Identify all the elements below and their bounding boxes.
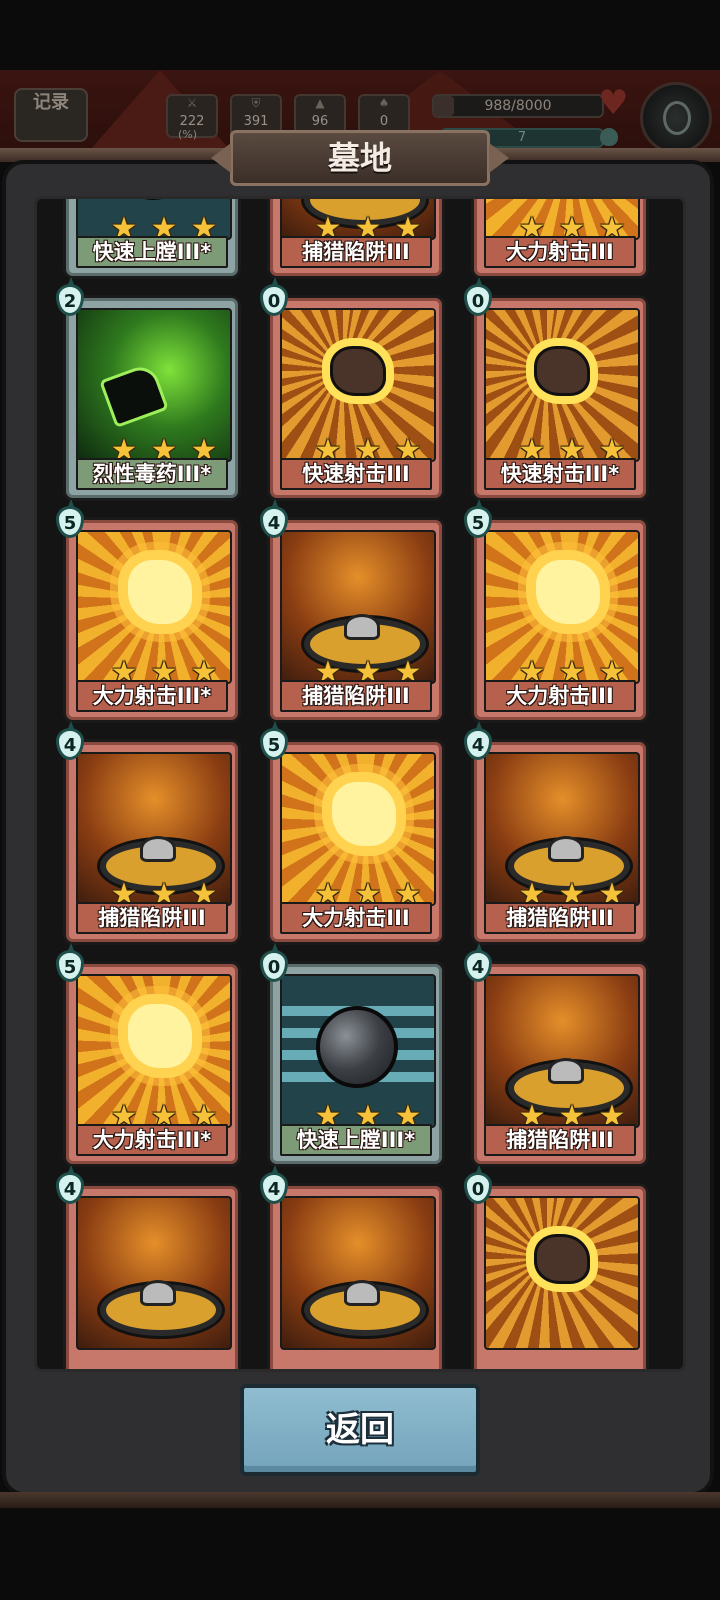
card[interactable]: ★ ★ ★ 捕猎陷阱III 4 xyxy=(464,721,649,945)
spring-graphic xyxy=(548,836,584,862)
shield-icon: ⛨ xyxy=(251,96,261,110)
shot-card-art: ★ ★ ★ xyxy=(484,199,640,240)
card-name: 快速射击III* xyxy=(484,458,636,490)
trap-card-art: ★ ★ ★ xyxy=(280,530,436,684)
boot-icon: ♠ xyxy=(378,96,390,110)
shot-card-art: ★ ★ ★ xyxy=(280,752,436,906)
heart-icon: ♥ xyxy=(598,83,629,123)
card-name: 大力射击III xyxy=(280,902,432,934)
card-name: 捕猎陷阱III xyxy=(484,902,636,934)
blast-graphic xyxy=(536,560,600,624)
eye-button[interactable] xyxy=(640,82,712,154)
spring-graphic xyxy=(344,1280,380,1306)
stone-graphic xyxy=(534,1234,590,1284)
flask-graphic xyxy=(99,361,169,429)
spring-graphic xyxy=(344,614,380,640)
boot-value: 0 xyxy=(379,114,389,129)
blast-graphic xyxy=(128,1004,192,1068)
card[interactable]: ★ ★ ★ 快速射击III* 0 xyxy=(464,277,649,501)
record-button[interactable]: 记录 xyxy=(14,88,88,142)
cannonball-graphic xyxy=(316,1006,398,1088)
blast-graphic xyxy=(332,782,396,846)
helmet-value: 96 xyxy=(311,114,329,129)
card-name: 快速射击III xyxy=(280,458,432,490)
attack-percent-label: (%) xyxy=(178,128,198,141)
card-name: 大力射击III* xyxy=(76,1124,228,1156)
record-label: 记录 xyxy=(33,92,69,113)
spring-graphic xyxy=(548,1058,584,1084)
card[interactable]: ★ ★ ★ 大力射击III xyxy=(471,199,649,279)
poison-card-art: ★ ★ ★ xyxy=(76,308,232,462)
card-name: 捕猎陷阱III xyxy=(484,1124,636,1156)
card[interactable]: 4 xyxy=(56,1165,241,1369)
card-name: 烈性毒药III* xyxy=(76,458,228,490)
reload-card-art: ★ ★ ★ xyxy=(76,196,232,240)
card[interactable]: ★ ★ ★ 大力射击III* 5 xyxy=(56,499,241,723)
panel-title: 墓地 xyxy=(211,130,509,186)
shot-card-art: ★ ★ ★ xyxy=(484,530,640,684)
card-name: 大力射击III xyxy=(484,236,636,268)
card[interactable]: ★ ★ ★ 快速上膛III* xyxy=(63,196,241,279)
helmet-icon: ▲ xyxy=(315,96,325,110)
card[interactable]: ★ ★ ★ 捕猎陷阱III 4 xyxy=(464,943,649,1167)
card[interactable]: ★ ★ ★ 快速射击III 0 xyxy=(260,277,445,501)
health-bar: 988/8000 xyxy=(432,94,604,118)
trap-card-art xyxy=(280,1196,436,1350)
card[interactable]: ★ ★ ★ 捕猎陷阱III xyxy=(267,199,445,279)
trap-card-art: ★ ★ ★ xyxy=(280,199,436,240)
card[interactable]: ★ ★ ★ 大力射击III* 5 xyxy=(56,943,241,1167)
card-name: 大力射击III xyxy=(484,680,636,712)
defense-value: 391 xyxy=(243,114,269,129)
card[interactable]: ★ ★ ★ 捕猎陷阱III 4 xyxy=(56,721,241,945)
attack-value: 222 xyxy=(179,114,205,129)
eye-icon xyxy=(663,101,691,135)
shot-card-art: ★ ★ ★ xyxy=(76,974,232,1128)
health-bar-fill xyxy=(434,96,455,116)
trap-card-art: ★ ★ ★ xyxy=(484,974,640,1128)
card[interactable]: ★ ★ ★ 捕猎陷阱III 4 xyxy=(260,499,445,723)
card-name: 快速上膛III* xyxy=(280,1124,432,1156)
card-name: 大力射击III* xyxy=(76,680,228,712)
rock-card-art: ★ ★ ★ xyxy=(484,308,640,462)
return-button[interactable]: 返回 xyxy=(240,1384,480,1476)
card-grid-scroll[interactable]: ★ ★ ★ 快速上膛III* ★ ★ ★ 捕猎陷阱III ★ ★ ★ 大力射击III ★ ★ ★ 烈性毒药II… xyxy=(34,196,686,1372)
card[interactable]: ★ ★ ★ 大力射击III 5 xyxy=(260,721,445,945)
sword-icon: ⚔ xyxy=(186,96,198,110)
reload-card-art: ★ ★ ★ xyxy=(280,974,436,1128)
card-name: 捕猎陷阱III xyxy=(280,680,432,712)
experience-value: 7 xyxy=(517,130,527,145)
card[interactable]: ★ ★ ★ 大力射击III 5 xyxy=(464,499,649,723)
trap-card-art: ★ ★ ★ xyxy=(484,752,640,906)
blast-graphic xyxy=(128,560,192,624)
trap-card-art xyxy=(76,1196,232,1350)
lines-graphic xyxy=(78,196,230,198)
spring-graphic xyxy=(140,836,176,862)
spring-graphic xyxy=(140,1280,176,1306)
rock-card-art xyxy=(484,1196,640,1350)
card-name: 捕猎陷阱III xyxy=(280,236,432,268)
card[interactable]: ★ ★ ★ 快速上膛III* 0 xyxy=(260,943,445,1167)
rock-card-art: ★ ★ ★ xyxy=(280,308,436,462)
stone-graphic xyxy=(534,346,590,396)
cannonball-graphic xyxy=(112,199,194,200)
potion-icon xyxy=(600,128,618,146)
card[interactable]: 4 xyxy=(260,1165,445,1369)
card[interactable]: ★ ★ ★ 烈性毒药III* 2 xyxy=(56,277,241,501)
card[interactable]: 0 xyxy=(464,1165,649,1369)
card-name: 捕猎陷阱III xyxy=(76,902,228,934)
shot-card-art: ★ ★ ★ xyxy=(76,530,232,684)
panel-bottom-trim xyxy=(0,1492,720,1508)
stone-graphic xyxy=(330,346,386,396)
health-value: 988/8000 xyxy=(484,98,552,114)
card-name: 快速上膛III* xyxy=(76,236,228,268)
trap-card-art: ★ ★ ★ xyxy=(76,752,232,906)
